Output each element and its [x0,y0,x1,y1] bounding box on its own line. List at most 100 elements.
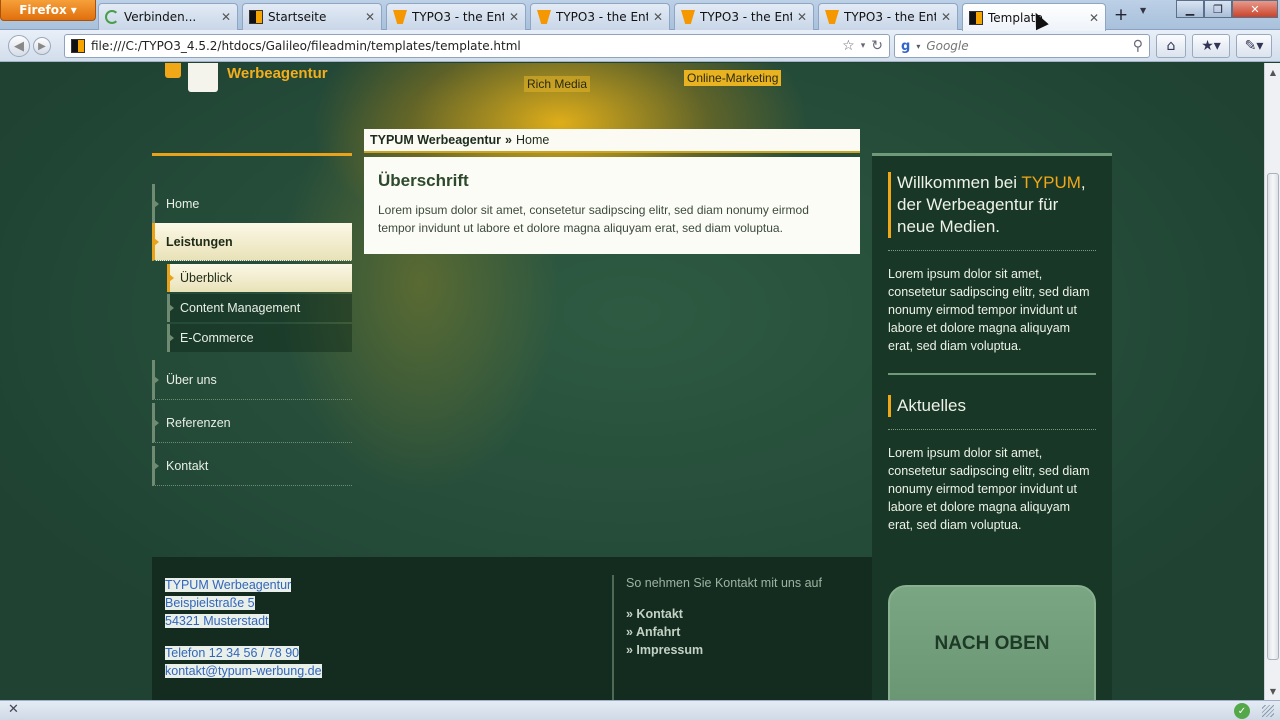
vertical-scrollbar[interactable]: ▲ ▼ [1264,63,1280,700]
banner-tag-rich-media: Rich Media [524,76,591,92]
sidebar: Willkommen bei TYPUM, der Werbeagentur f… [872,153,1112,557]
typo3-favicon-icon [681,10,695,24]
welcome-heading-brand: TYPUM [1021,173,1081,192]
close-icon[interactable]: ✕ [653,10,663,24]
content-text: Lorem ipsum dolor sit amet, consetetur s… [378,203,809,235]
back-button[interactable]: ◀ [8,35,30,57]
tab-list-icon[interactable]: ▼ [1140,6,1146,15]
google-engine-icon[interactable]: g [901,39,910,54]
window-close-button[interactable]: ✕ [1232,0,1278,18]
stop-icon[interactable]: ✕ [8,702,19,717]
tab-typo3-1[interactable]: TYPO3 - the Ente... ✕ [386,3,526,30]
nav-item-home[interactable]: Home [152,184,352,224]
loading-icon [105,10,119,24]
footer-link-impressum[interactable]: » Impressum [626,641,822,659]
logo-square-orange [165,63,181,78]
search-input[interactable] [926,39,1127,53]
tab-label: TYPO3 - the Ente... [412,10,504,24]
breadcrumb: TYPUM Werbeagentur » Home [364,129,860,153]
scroll-up-icon[interactable]: ▲ [1265,65,1280,79]
news-heading: Aktuelles [888,395,1096,417]
search-icon[interactable]: ⚲ [1133,38,1143,54]
nav-subitem-ueberblick[interactable]: Überblick [167,264,352,292]
scroll-down-icon[interactable]: ▼ [1265,684,1280,698]
scrollbar-thumb[interactable] [1267,173,1279,660]
typo3-favicon-icon [825,10,839,24]
footer-link-kontakt[interactable]: » Kontakt [626,605,822,623]
nav-item-leistungen[interactable]: Leistungen [152,223,352,261]
firefox-menu-button[interactable]: Firefox ▾ [0,0,96,21]
nav-subitem-content-management[interactable]: Content Management [167,294,352,322]
welcome-heading-pre: Willkommen bei [897,173,1022,192]
tab-typo3-2[interactable]: TYPO3 - the Ente... ✕ [530,3,670,30]
addon-status-icon[interactable]: ✓ [1234,703,1250,719]
minimize-button[interactable]: ▁ [1176,0,1204,18]
breadcrumb-separator: » [505,133,512,147]
maximize-button[interactable]: ❐ [1204,0,1232,18]
page-viewport: Werbeagentur Rich Media Online-Marketing… [0,63,1264,700]
nav-item-referenzen[interactable]: Referenzen [152,403,352,443]
news-text: Lorem ipsum dolor sit amet, consetetur s… [888,446,1090,532]
close-icon[interactable]: ✕ [221,10,231,24]
engine-dropdown-icon[interactable]: ▾ [916,42,920,51]
close-icon[interactable]: ✕ [365,10,375,24]
new-tab-button[interactable]: + [1108,4,1134,26]
tab-typo3-4[interactable]: TYPO3 - the Ente... ✕ [818,3,958,30]
addon-button[interactable]: ✎▾ [1236,34,1272,58]
forward-button[interactable]: ▶ [33,37,51,55]
bookmarks-menu-button[interactable]: ★▾ [1192,34,1230,58]
tab-label: Startseite [268,10,327,24]
close-icon[interactable]: ✕ [509,10,519,24]
status-bar: ✕ ✓ [0,700,1280,720]
banner-tag-online-marketing: Online-Marketing [684,70,782,86]
template-favicon-icon [249,10,263,24]
site-identity-icon[interactable] [71,39,85,53]
footer-email-link[interactable]: kontakt@typum-werbung.de [165,664,322,678]
footer-contact: So nehmen Sie Kontakt mit uns auf » Kont… [626,576,822,659]
chevron-down-icon: ▾ [70,3,77,17]
address-spacer [165,630,322,644]
address-company: TYPUM Werbeagentur [165,578,292,592]
url-bar[interactable]: file:///C:/TYPO3_4.5.2/htdocs/Galileo/fi… [64,34,890,58]
resize-grip-icon[interactable] [1262,705,1274,717]
tab-label: TYPO3 - the Ente... [556,10,648,24]
main-content: Überschrift Lorem ipsum dolor sit amet, … [364,157,860,254]
footer-right: NACH OBEN [872,557,1112,700]
nav-subitem-label: E-Commerce [180,331,254,345]
logo-text[interactable]: Werbeagentur [227,65,328,82]
nav-item-kontakt[interactable]: Kontakt [152,446,352,486]
back-to-top-button[interactable]: NACH OBEN [888,585,1096,700]
welcome-heading: Willkommen bei TYPUM, der Werbeagentur f… [888,172,1096,238]
footer-link-anfahrt[interactable]: » Anfahrt [626,623,822,641]
content-heading: Überschrift [378,171,469,190]
nav-item-ueber-uns[interactable]: Über uns [152,360,352,400]
history-dropdown-icon[interactable]: ▾ [861,41,866,51]
search-bar[interactable]: g ▾ ⚲ [894,34,1150,58]
footer-divider [612,575,614,700]
close-icon[interactable]: ✕ [797,10,807,24]
tab-typo3-3[interactable]: TYPO3 - the Ente... ✕ [674,3,814,30]
address-city: 54321 Musterstadt [165,614,269,628]
nav-item-label: Referenzen [166,415,231,430]
home-button[interactable]: ⌂ [1156,34,1186,58]
breadcrumb-site-link[interactable]: TYPUM Werbeagentur [370,133,501,147]
nav-item-label: Leistungen [166,234,233,249]
address-street: Beispielstraße 5 [165,596,255,610]
tab-bar: Firefox ▾ Verbinden... ✕ Startseite ✕ TY… [0,0,1280,31]
footer-contact-title: So nehmen Sie Kontakt mit uns auf [626,576,822,590]
nav-item-label: Über uns [166,372,217,387]
nav-item-label: Kontakt [166,458,209,473]
footer: TYPUM Werbeagentur Beispielstraße 5 5432… [152,557,872,700]
bookmark-star-icon[interactable]: ☆ [842,38,855,54]
sidebar-separator [888,429,1096,430]
close-icon[interactable]: ✕ [941,10,951,24]
tab-verbinden[interactable]: Verbinden... ✕ [98,3,238,30]
tab-label: Verbinden... [124,10,197,24]
nav-subitem-e-commerce[interactable]: E-Commerce [167,324,352,352]
close-icon[interactable]: ✕ [1089,11,1099,25]
tab-startseite[interactable]: Startseite ✕ [242,3,382,30]
reload-icon[interactable]: ↻ [871,38,883,54]
url-text[interactable]: file:///C:/TYPO3_4.5.2/htdocs/Galileo/fi… [91,39,836,53]
nav-item-label: Home [166,196,200,211]
tab-label: TYPO3 - the Ente... [700,10,792,24]
